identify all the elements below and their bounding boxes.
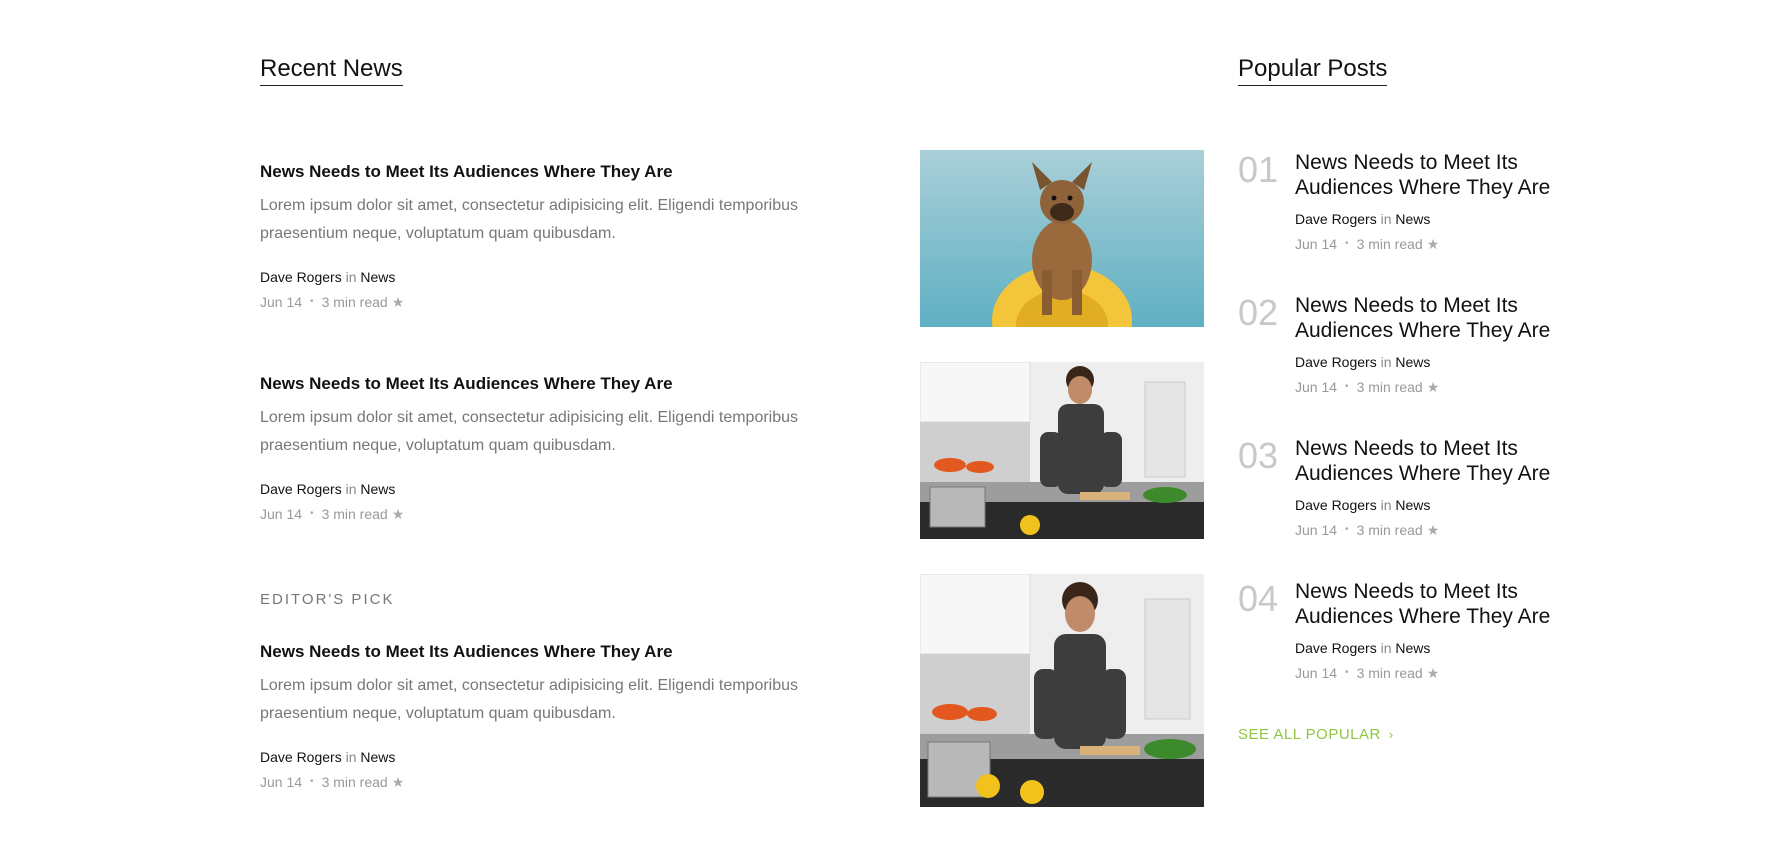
news-thumbnail-kitchen[interactable]	[920, 362, 1204, 539]
news-excerpt: Lorem ipsum dolor sit amet, consectetur …	[260, 197, 799, 242]
news-item: News Needs to Meet Its Audiences Where T…	[260, 161, 890, 311]
separator-dot: •	[1345, 667, 1349, 678]
author-link[interactable]: Dave Rogers	[260, 481, 342, 497]
popular-post-title[interactable]: News Needs to Meet Its Audiences Where T…	[1295, 436, 1555, 486]
star-icon[interactable]: ★	[1427, 378, 1440, 396]
read-time: 3 min read	[1356, 379, 1423, 395]
news-item: News Needs to Meet Its Audiences Where T…	[260, 373, 890, 523]
post-meta: Jun 14 • 3 min read ★	[1295, 664, 1555, 682]
author-link[interactable]: Dave Rogers	[1295, 640, 1377, 656]
author-link[interactable]: Dave Rogers	[1295, 211, 1377, 227]
man-cooking-image	[920, 574, 1204, 807]
news-headline[interactable]: News Needs to Meet Its Audiences Where T…	[260, 641, 890, 663]
post-date: Jun 14	[260, 294, 303, 310]
in-label: in	[1380, 211, 1392, 227]
news-thumbnail-dog[interactable]	[920, 150, 1204, 327]
post-meta: Jun 14 • 3 min read ★	[1295, 378, 1555, 396]
recent-news-heading: Recent News	[260, 55, 403, 86]
read-time: 3 min read	[1356, 665, 1423, 681]
byline: Dave Rogers in News	[1295, 210, 1555, 228]
byline: Dave Rogers in News	[260, 748, 890, 766]
author-link[interactable]: Dave Rogers	[1295, 497, 1377, 513]
news-item-editors-pick: News Needs to Meet Its Audiences Where T…	[260, 641, 890, 791]
byline: Dave Rogers in News	[260, 480, 890, 498]
read-time: 3 min read	[1356, 236, 1423, 252]
post-meta: Jun 14 • 3 min read ★	[1295, 235, 1555, 253]
separator-dot: •	[310, 776, 314, 787]
separator-dot: •	[1345, 238, 1349, 249]
editors-pick-label: EDITOR'S PICK	[260, 591, 395, 608]
separator-dot: •	[1345, 381, 1349, 392]
author-link[interactable]: Dave Rogers	[260, 269, 342, 285]
category-link[interactable]: News	[360, 749, 395, 765]
post-date: Jun 14	[1295, 379, 1338, 395]
post-meta: Jun 14 • 3 min read ★	[260, 505, 890, 523]
popular-rank: 01	[1238, 149, 1279, 190]
star-icon[interactable]: ★	[392, 293, 405, 311]
star-icon[interactable]: ★	[1427, 664, 1440, 682]
post-meta: Jun 14 • 3 min read ★	[1295, 521, 1555, 539]
author-link[interactable]: Dave Rogers	[260, 749, 342, 765]
category-link[interactable]: News	[1395, 497, 1430, 513]
post-meta: Jun 14 • 3 min read ★	[260, 773, 890, 791]
read-time: 3 min read	[321, 506, 388, 522]
news-excerpt: Lorem ipsum dolor sit amet, consectetur …	[260, 409, 799, 454]
separator-dot: •	[310, 508, 314, 519]
post-date: Jun 14	[260, 506, 303, 522]
popular-posts-heading: Popular Posts	[1238, 55, 1388, 86]
category-link[interactable]: News	[1395, 640, 1430, 656]
author-link[interactable]: Dave Rogers	[1295, 354, 1377, 370]
see-all-popular-link[interactable]: SEE ALL POPULAR ›	[1238, 726, 1394, 743]
byline: Dave Rogers in News	[1295, 639, 1555, 657]
news-excerpt: Lorem ipsum dolor sit amet, consectetur …	[260, 677, 799, 722]
category-link[interactable]: News	[360, 481, 395, 497]
dog-on-kayak-image	[920, 150, 1204, 327]
popular-post-title[interactable]: News Needs to Meet Its Audiences Where T…	[1295, 293, 1555, 343]
star-icon[interactable]: ★	[392, 773, 405, 791]
star-icon[interactable]: ★	[392, 505, 405, 523]
separator-dot: •	[310, 296, 314, 307]
star-icon[interactable]: ★	[1427, 521, 1440, 539]
read-time: 3 min read	[321, 294, 388, 310]
byline: Dave Rogers in News	[1295, 496, 1555, 514]
post-date: Jun 14	[1295, 522, 1338, 538]
news-headline[interactable]: News Needs to Meet Its Audiences Where T…	[260, 373, 890, 395]
byline: Dave Rogers in News	[260, 268, 890, 286]
post-date: Jun 14	[1295, 665, 1338, 681]
in-label: in	[1380, 640, 1392, 656]
chevron-right-icon: ›	[1388, 727, 1394, 742]
star-icon[interactable]: ★	[1427, 235, 1440, 253]
byline: Dave Rogers in News	[1295, 353, 1555, 371]
news-headline[interactable]: News Needs to Meet Its Audiences Where T…	[260, 161, 890, 183]
post-date: Jun 14	[260, 774, 303, 790]
read-time: 3 min read	[321, 774, 388, 790]
in-label: in	[1380, 497, 1392, 513]
in-label: in	[1380, 354, 1392, 370]
read-time: 3 min read	[1356, 522, 1423, 538]
popular-post-title[interactable]: News Needs to Meet Its Audiences Where T…	[1295, 579, 1555, 629]
category-link[interactable]: News	[1395, 211, 1430, 227]
popular-post-title[interactable]: News Needs to Meet Its Audiences Where T…	[1295, 150, 1555, 200]
in-label: in	[345, 481, 357, 497]
separator-dot: •	[1345, 524, 1349, 535]
in-label: in	[345, 749, 357, 765]
see-all-label: SEE ALL POPULAR	[1238, 726, 1381, 743]
popular-rank: 04	[1238, 578, 1279, 619]
editors-pick-thumbnail[interactable]	[920, 574, 1204, 807]
category-link[interactable]: News	[360, 269, 395, 285]
popular-rank: 03	[1238, 435, 1279, 476]
category-link[interactable]: News	[1395, 354, 1430, 370]
in-label: in	[345, 269, 357, 285]
post-meta: Jun 14 • 3 min read ★	[260, 293, 890, 311]
popular-rank: 02	[1238, 292, 1279, 333]
man-cooking-image	[920, 362, 1204, 539]
post-date: Jun 14	[1295, 236, 1338, 252]
